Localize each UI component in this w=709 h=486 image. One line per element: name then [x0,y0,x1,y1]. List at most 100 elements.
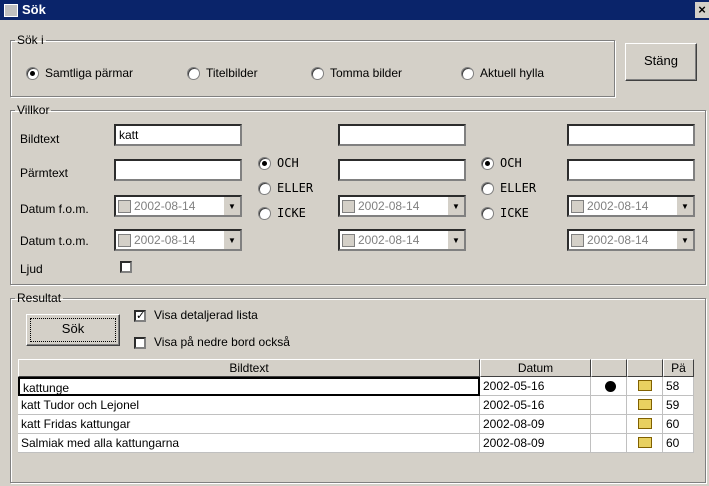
radio-label: ICKE [277,206,306,220]
radio-button[interactable] [311,66,324,80]
radio-button[interactable] [481,181,494,195]
datum-tom-picker-1[interactable]: 2002-08-14 ▼ [114,229,242,251]
bildtext-input-3[interactable] [567,124,695,146]
sok-button[interactable]: Sök [26,314,120,346]
datum-tom-picker-2[interactable]: 2002-08-14 ▼ [338,229,466,251]
chevron-down-icon[interactable]: ▼ [223,197,240,215]
cell-datum[interactable]: 2002-05-16 [480,396,591,415]
radio-samtliga-parmar[interactable]: Samtliga pärmar [26,66,133,80]
datum-tom-picker-3[interactable]: 2002-08-14 ▼ [567,229,695,251]
chevron-down-icon[interactable]: ▼ [676,231,693,249]
parmtext-input-2[interactable] [338,159,466,181]
label-parmtext: Pärmtext [20,166,69,180]
cell-marker[interactable] [591,377,627,396]
bildtext-input-2[interactable] [338,124,466,146]
radio-icke-1[interactable]: ICKE [258,206,306,220]
datum-fom-picker-3[interactable]: 2002-08-14 ▼ [567,195,695,217]
open-folder-icon[interactable] [638,380,652,391]
radio-aktuell-hylla[interactable]: Aktuell hylla [461,66,544,80]
stang-button[interactable]: Stäng [625,43,697,81]
table-row[interactable]: katt Fridas kattungar 2002-08-09 60 [18,415,694,434]
radio-button[interactable] [258,156,271,170]
cell-datum[interactable]: 2002-08-09 [480,434,591,453]
visa-nedre-label: Visa på nedre bord också [154,335,290,349]
cell-bildtext[interactable]: katt Tudor och Lejonel [18,396,480,415]
radio-label: Samtliga pärmar [45,66,134,80]
parmtext-input-3[interactable] [567,159,695,181]
cell-pa[interactable]: 59 [663,396,694,415]
column-header-4[interactable] [627,359,663,377]
radio-titelbilder[interactable]: Titelbilder [187,66,258,80]
cell-bildtext[interactable]: Salmiak med alla kattungarna [18,434,480,453]
radio-label: ICKE [500,206,529,220]
date-checkbox[interactable] [118,233,131,247]
cell-open[interactable] [627,434,663,453]
radio-eller-1[interactable]: ELLER [258,181,313,195]
radio-label: Tomma bilder [330,66,403,80]
date-value: 2002-08-14 [358,233,420,247]
cell-datum[interactable]: 2002-08-09 [480,415,591,434]
chevron-down-icon[interactable]: ▼ [676,197,693,215]
label-datum-fom: Datum f.o.m. [20,202,89,216]
radio-icke-2[interactable]: ICKE [481,206,529,220]
cell-open[interactable] [627,377,663,396]
radio-label: OCH [500,156,522,170]
chevron-down-icon[interactable]: ▼ [223,231,240,249]
date-value: 2002-08-14 [587,233,649,247]
radio-label: ELLER [277,181,314,195]
column-header-datum[interactable]: Datum [480,359,591,377]
radio-och-1[interactable]: OCH [258,156,299,170]
parmtext-input-1[interactable] [114,159,242,181]
radio-button[interactable] [258,206,271,220]
cell-pa[interactable]: 58 [663,377,694,396]
radio-label: Aktuell hylla [480,66,545,80]
radio-button[interactable] [481,156,494,170]
radio-button[interactable] [26,66,39,80]
resultat-legend: Resultat [17,291,62,305]
radio-button[interactable] [461,66,474,80]
cell-open[interactable] [627,415,663,434]
column-header-3[interactable] [591,359,627,377]
cell-pa[interactable]: 60 [663,415,694,434]
open-folder-icon[interactable] [638,437,652,448]
column-header-pa[interactable]: Pä [663,359,694,377]
radio-button[interactable] [481,206,494,220]
table-row[interactable]: kattunge 2002-05-16 58 [18,377,694,396]
radio-och-2[interactable]: OCH [481,156,522,170]
date-checkbox[interactable] [342,233,355,247]
date-checkbox[interactable] [571,233,584,247]
close-window-button[interactable]: × [695,2,709,18]
visa-detaljerad-checkbox[interactable]: ✓ [134,310,146,322]
cell-marker[interactable] [591,434,627,453]
villkor-legend: Villkor [17,103,50,117]
cell-bildtext[interactable]: kattunge [18,377,480,396]
cell-pa[interactable]: 60 [663,434,694,453]
date-checkbox[interactable] [571,199,584,213]
chevron-down-icon[interactable]: ▼ [447,197,464,215]
cell-marker[interactable] [591,396,627,415]
radio-tomma-bilder[interactable]: Tomma bilder [311,66,402,80]
bildtext-input-1[interactable] [114,124,242,146]
visa-nedre-checkbox[interactable] [134,337,146,349]
date-checkbox[interactable] [342,199,355,213]
table-row[interactable]: Salmiak med alla kattungarna 2002-08-09 … [18,434,694,453]
open-folder-icon[interactable] [638,399,652,410]
date-checkbox[interactable] [118,199,131,213]
date-value: 2002-08-14 [587,199,649,213]
table-row[interactable]: katt Tudor och Lejonel 2002-05-16 59 [18,396,694,415]
window-icon [4,4,18,17]
radio-button[interactable] [187,66,200,80]
cell-open[interactable] [627,396,663,415]
open-folder-icon[interactable] [638,418,652,429]
cell-marker[interactable] [591,415,627,434]
chevron-down-icon[interactable]: ▼ [447,231,464,249]
datum-fom-picker-2[interactable]: 2002-08-14 ▼ [338,195,466,217]
datum-fom-picker-1[interactable]: 2002-08-14 ▼ [114,195,242,217]
column-header-bildtext[interactable]: Bildtext [18,359,480,377]
radio-eller-2[interactable]: ELLER [481,181,536,195]
date-value: 2002-08-14 [134,233,196,247]
cell-bildtext[interactable]: katt Fridas kattungar [18,415,480,434]
radio-button[interactable] [258,181,271,195]
ljud-checkbox[interactable] [120,261,132,273]
cell-datum[interactable]: 2002-05-16 [480,377,591,396]
